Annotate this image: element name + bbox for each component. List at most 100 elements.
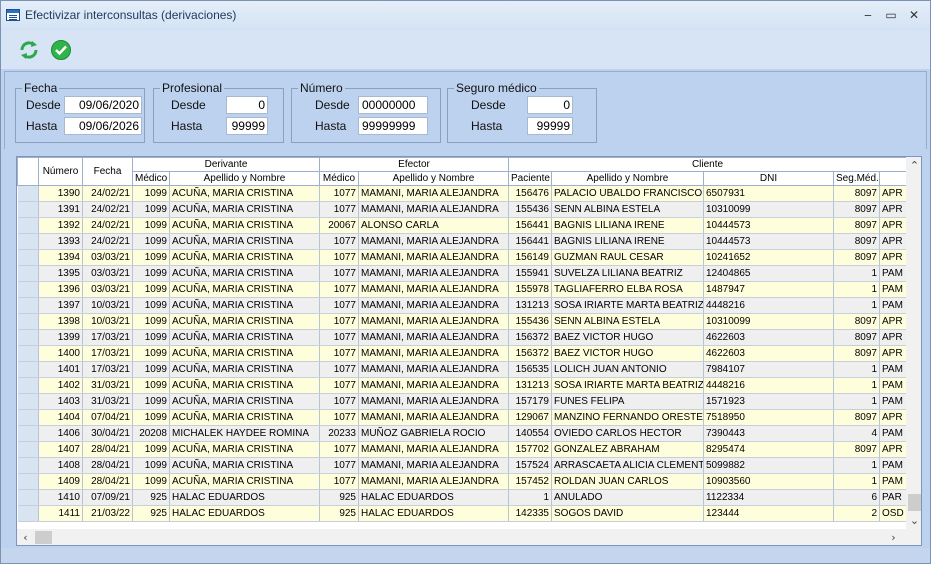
table-row[interactable]: 1397 10/03/21 1099 ACUÑA, MARIA CRISTINA 107…: [17, 297, 908, 314]
scroll-up-icon[interactable]: ⌃: [906, 157, 921, 174]
row-indicator[interactable]: [17, 281, 39, 298]
status-bar: [1, 548, 930, 563]
scroll-left-icon[interactable]: ‹: [17, 529, 34, 545]
row-indicator[interactable]: [17, 473, 39, 490]
table-row[interactable]: 1408 28/04/21 1099 ACUÑA, MARIA CRISTINA 107…: [17, 457, 908, 474]
header-fecha[interactable]: Fecha: [82, 157, 133, 186]
header-efector-medico[interactable]: Médico: [319, 171, 359, 186]
row-indicator[interactable]: [17, 329, 39, 346]
table-cell: MAMANI, MARIA ALEJANDRA: [358, 345, 509, 362]
vertical-scrollbar[interactable]: ⌃ ⌄: [906, 157, 921, 529]
header-efector[interactable]: Efector: [319, 157, 509, 172]
row-indicator[interactable]: [17, 233, 39, 250]
table-row[interactable]: 1409 28/04/21 1099 ACUÑA, MARIA CRISTINA 107…: [17, 473, 908, 490]
table-row[interactable]: 1400 17/03/21 1099 ACUÑA, MARIA CRISTINA 107…: [17, 345, 908, 362]
table-row[interactable]: 1401 17/03/21 1099 ACUÑA, MARIA CRISTINA 107…: [17, 361, 908, 378]
table-row[interactable]: 1393 24/02/21 1099 ACUÑA, MARIA CRISTINA 107…: [17, 233, 908, 250]
close-icon[interactable]: ✕: [905, 6, 923, 24]
table-cell: SOSA IRIARTE MARTA BEATRIZ: [551, 297, 704, 314]
row-indicator[interactable]: [17, 185, 39, 202]
fecha-hasta-input[interactable]: 09/06/2026: [64, 117, 142, 135]
header-paciente[interactable]: Paciente: [508, 171, 552, 186]
horizontal-scrollbar[interactable]: ‹ ›: [17, 529, 921, 545]
header-derivante-medico[interactable]: Médico: [132, 171, 170, 186]
header-efector-apellido[interactable]: Apellido y Nombre: [358, 171, 509, 186]
table-row[interactable]: 1404 07/04/21 1099 ACUÑA, MARIA CRISTINA 107…: [17, 409, 908, 426]
profesional-desde-input[interactable]: 0: [226, 96, 268, 114]
interconsultas-grid[interactable]: Número Fecha Derivante Efector Cliente M…: [16, 156, 922, 546]
table-cell: ACUÑA, MARIA CRISTINA: [169, 409, 320, 426]
table-row[interactable]: 1407 28/04/21 1099 ACUÑA, MARIA CRISTINA 107…: [17, 441, 908, 458]
table-cell: APR: [879, 233, 908, 250]
table-cell: 1410: [38, 489, 83, 506]
table-cell: 1077: [319, 233, 359, 250]
row-indicator[interactable]: [17, 361, 39, 378]
table-cell: 1099: [132, 393, 170, 410]
table-row[interactable]: 1406 30/04/21 20208 MICHALEK HAYDEE ROMINA 2…: [17, 425, 908, 442]
row-indicator[interactable]: [17, 313, 39, 330]
header-numero[interactable]: Número: [38, 157, 83, 186]
header-cliente-apellido[interactable]: Apellido y Nombre: [551, 171, 704, 186]
table-cell: 24/02/21: [82, 233, 133, 250]
scroll-down-icon[interactable]: ⌄: [906, 512, 921, 529]
table-row[interactable]: 1411 21/03/22 925 HALAC EDUARDOS 925 HALAC ED…: [17, 505, 908, 522]
header-dni[interactable]: DNI: [703, 171, 834, 186]
table-cell: ACUÑA, MARIA CRISTINA: [169, 185, 320, 202]
table-cell: GUZMAN RAUL CESAR: [551, 249, 704, 266]
table-row[interactable]: 1390 24/02/21 1099 ACUÑA, MARIA CRISTINA 107…: [17, 185, 908, 202]
row-indicator[interactable]: [17, 249, 39, 266]
row-indicator[interactable]: [17, 297, 39, 314]
row-indicator[interactable]: [17, 489, 39, 506]
table-cell: 1400: [38, 345, 83, 362]
row-indicator[interactable]: [17, 457, 39, 474]
maximize-icon[interactable]: ▭: [882, 6, 900, 24]
table-cell: 03/03/21: [82, 249, 133, 266]
header-derivante-apellido[interactable]: Apellido y Nombre: [169, 171, 320, 186]
seguro-hasta-input[interactable]: 99999: [527, 117, 573, 135]
row-indicator[interactable]: [17, 425, 39, 442]
table-cell: 155978: [508, 281, 552, 298]
row-indicator[interactable]: [17, 393, 39, 410]
title-bar[interactable]: Efectivizar interconsultas (derivaciones…: [1, 1, 930, 31]
table-row[interactable]: 1399 17/03/21 1099 ACUÑA, MARIA CRISTINA 107…: [17, 329, 908, 346]
table-cell: 1077: [319, 185, 359, 202]
row-indicator[interactable]: [17, 217, 39, 234]
header-cliente[interactable]: Cliente: [507, 157, 908, 172]
table-cell: SENN ALBINA ESTELA: [551, 201, 704, 218]
scroll-right-icon[interactable]: ›: [885, 529, 902, 545]
fecha-desde-input[interactable]: 09/06/2020: [64, 96, 142, 114]
seguro-desde-input[interactable]: 0: [527, 96, 573, 114]
profesional-hasta-input[interactable]: 99999: [226, 117, 268, 135]
numero-hasta-input[interactable]: 99999999: [358, 117, 428, 135]
minimize-icon[interactable]: ‒: [859, 6, 877, 24]
table-row[interactable]: 1394 03/03/21 1099 ACUÑA, MARIA CRISTINA 107…: [17, 249, 908, 266]
table-cell: BAEZ VICTOR HUGO: [551, 345, 704, 362]
table-row[interactable]: 1395 03/03/21 1099 ACUÑA, MARIA CRISTINA 107…: [17, 265, 908, 282]
table-row[interactable]: 1391 24/02/21 1099 ACUÑA, MARIA CRISTINA 107…: [17, 201, 908, 218]
row-indicator[interactable]: [17, 505, 39, 522]
row-indicator[interactable]: [17, 441, 39, 458]
table-row[interactable]: 1392 24/02/21 1099 ACUÑA, MARIA CRISTINA 200…: [17, 217, 908, 234]
table-row[interactable]: 1402 31/03/21 1099 ACUÑA, MARIA CRISTINA 107…: [17, 377, 908, 394]
refresh-button[interactable]: [18, 39, 40, 61]
table-cell: 10/03/21: [82, 313, 133, 330]
table-cell: 1401: [38, 361, 83, 378]
table-cell: 156372: [508, 329, 552, 346]
numero-desde-input[interactable]: 00000000: [358, 96, 428, 114]
row-indicator[interactable]: [17, 345, 39, 362]
table-cell: ACUÑA, MARIA CRISTINA: [169, 313, 320, 330]
table-cell: OSD: [879, 505, 908, 522]
row-indicator[interactable]: [17, 409, 39, 426]
vertical-scroll-thumb[interactable]: [908, 494, 921, 511]
header-derivante[interactable]: Derivante: [132, 157, 320, 172]
header-seg-med[interactable]: Seg.Méd.: [833, 171, 880, 186]
row-indicator[interactable]: [17, 201, 39, 218]
confirm-button[interactable]: [50, 39, 72, 61]
horizontal-scroll-thumb[interactable]: [35, 531, 52, 544]
row-indicator[interactable]: [17, 265, 39, 282]
row-indicator[interactable]: [17, 377, 39, 394]
table-row[interactable]: 1410 07/09/21 925 HALAC EDUARDOS 925 HALAC ED…: [17, 489, 908, 506]
table-row[interactable]: 1396 03/03/21 1099 ACUÑA, MARIA CRISTINA 107…: [17, 281, 908, 298]
table-row[interactable]: 1403 31/03/21 1099 ACUÑA, MARIA CRISTINA 107…: [17, 393, 908, 410]
table-row[interactable]: 1398 10/03/21 1099 ACUÑA, MARIA CRISTINA 107…: [17, 313, 908, 330]
